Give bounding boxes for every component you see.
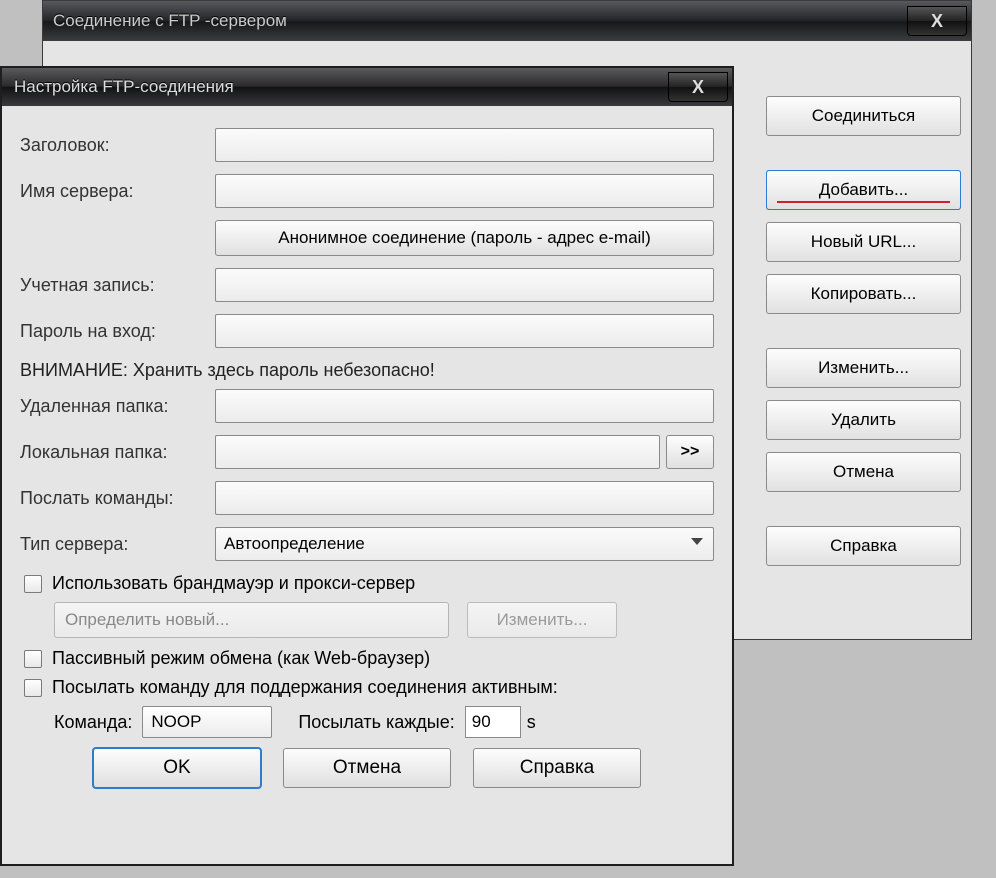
- firewall-select[interactable]: Определить новый...: [54, 602, 449, 638]
- child-close-button[interactable]: X: [668, 72, 728, 102]
- label-remote: Удаленная папка:: [20, 396, 215, 417]
- anonymous-button[interactable]: Анонимное соединение (пароль - адрес e-m…: [215, 220, 714, 256]
- password-warning: ВНИМАНИЕ: Хранить здесь пароль небезопас…: [20, 360, 714, 381]
- parent-titlebar: Соединение с FTP -сервером X: [43, 1, 971, 41]
- account-input[interactable]: [215, 268, 714, 302]
- ftp-settings-dialog: Настройка FTP-соединения X Заголовок: Им…: [0, 66, 734, 866]
- label-title: Заголовок:: [20, 135, 215, 156]
- keepalive-checkbox[interactable]: [24, 679, 42, 697]
- firewall-edit-button: Изменить...: [467, 602, 617, 638]
- browse-local-button[interactable]: >>: [666, 435, 714, 469]
- parent-close-button[interactable]: X: [907, 6, 967, 36]
- label-command: Команда:: [54, 712, 132, 733]
- commands-input[interactable]: [215, 481, 714, 515]
- firewall-select-value: Определить новый...: [65, 610, 229, 630]
- command-select[interactable]: NOOP: [142, 706, 272, 738]
- label-account: Учетная запись:: [20, 275, 215, 296]
- dialog-buttons: OK Отмена Справка: [20, 748, 714, 788]
- interval-unit: s: [527, 712, 536, 733]
- label-keepalive: Посылать команду для поддержания соедине…: [52, 677, 558, 698]
- firewall-checkbox[interactable]: [24, 575, 42, 593]
- parent-title: Соединение с FTP -сервером: [53, 11, 287, 31]
- ok-button[interactable]: OK: [93, 748, 261, 788]
- server-type-select[interactable]: Автоопределение: [215, 527, 714, 561]
- server-input[interactable]: [215, 174, 714, 208]
- copy-button[interactable]: Копировать...: [766, 274, 961, 314]
- passive-checkbox[interactable]: [24, 650, 42, 668]
- command-value: NOOP: [151, 712, 201, 732]
- title-input[interactable]: [215, 128, 714, 162]
- connect-button[interactable]: Соединиться: [766, 96, 961, 136]
- label-server-type: Тип сервера:: [20, 534, 215, 555]
- remote-folder-input[interactable]: [215, 389, 714, 423]
- label-server: Имя сервера:: [20, 181, 215, 202]
- label-firewall: Использовать брандмауэр и прокси-сервер: [52, 573, 415, 594]
- label-commands: Послать команды:: [20, 488, 215, 509]
- child-titlebar: Настройка FTP-соединения X: [2, 68, 732, 106]
- label-interval: Посылать каждые:: [298, 712, 454, 733]
- password-input[interactable]: [215, 314, 714, 348]
- edit-button[interactable]: Изменить...: [766, 348, 961, 388]
- child-body: Заголовок: Имя сервера: Анонимное соедин…: [2, 106, 732, 864]
- child-title: Настройка FTP-соединения: [14, 77, 234, 97]
- sidebar: Соединиться Добавить... Новый URL... Коп…: [766, 96, 961, 578]
- interval-input[interactable]: [465, 706, 521, 738]
- label-passive: Пассивный режим обмена (как Web-браузер): [52, 648, 430, 669]
- cancel-button[interactable]: Отмена: [766, 452, 961, 492]
- new-url-button[interactable]: Новый URL...: [766, 222, 961, 262]
- dialog-cancel-button[interactable]: Отмена: [283, 748, 451, 788]
- label-password: Пароль на вход:: [20, 321, 215, 342]
- chevron-down-icon: [691, 538, 703, 550]
- add-button[interactable]: Добавить...: [766, 170, 961, 210]
- delete-button[interactable]: Удалить: [766, 400, 961, 440]
- dialog-help-button[interactable]: Справка: [473, 748, 641, 788]
- local-folder-input[interactable]: [215, 435, 660, 469]
- server-type-value: Автоопределение: [224, 534, 365, 554]
- help-button[interactable]: Справка: [766, 526, 961, 566]
- label-local: Локальная папка:: [20, 442, 215, 463]
